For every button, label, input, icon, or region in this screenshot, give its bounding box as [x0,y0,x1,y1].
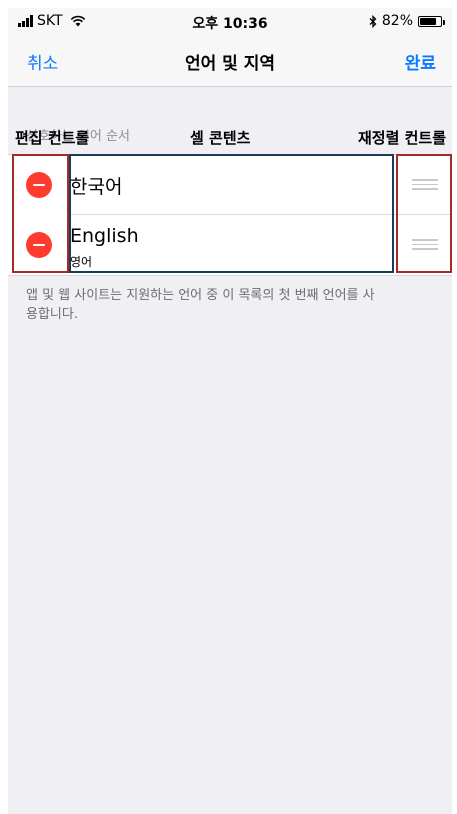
edit-control-label: 편집 컨트롤 [15,129,90,147]
battery-percent: 82% [381,13,413,29]
status-bar: SKT 오후 10:36 82% [8,8,452,36]
delete-minus-icon[interactable] [26,172,52,198]
battery-icon [418,15,445,27]
reorder-control-label: 재정렬 컨트롤 [358,129,447,147]
language-subtitle: 영어 [70,255,93,269]
done-button[interactable]: 완료 [405,49,436,74]
delete-minus-icon[interactable] [26,232,52,258]
cell-content-label: 셀 콘텐츠 [190,129,251,147]
bluetooth-icon [369,14,377,28]
reorder-handle-icon[interactable] [412,239,438,251]
language-title: 한국어 [70,176,123,198]
language-row-english[interactable]: English 영어 [8,215,452,275]
battery-level-fill [420,17,437,25]
language-title: English [70,225,139,247]
footer-note: 앱 및 웹 사이트는 지원하는 언어 중 이 목록의 첫 번째 언어를 사용합니… [26,288,375,322]
status-right: 82% [369,13,445,29]
language-list: 한국어 English 영어 [8,154,452,276]
battery-tip [443,19,445,25]
screen-frame: SKT 오후 10:36 82% 취소 언어 및 지역 완료 선호하는 언어 순… [8,8,452,814]
reorder-handle-icon[interactable] [412,179,438,191]
page-title: 언어 및 지역 [184,54,276,74]
navigation-bar: 취소 언어 및 지역 완료 [8,36,452,87]
language-row-korean[interactable]: 한국어 [8,155,452,215]
